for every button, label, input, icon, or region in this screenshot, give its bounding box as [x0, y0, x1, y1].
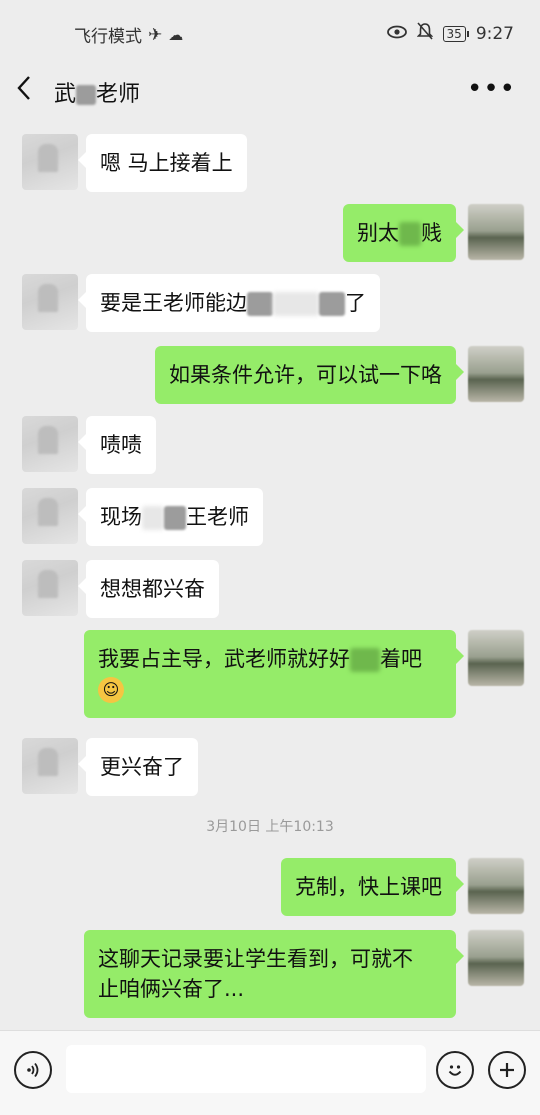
clock: 9:27 — [475, 23, 514, 44]
redacted-block — [247, 292, 273, 316]
message-bubble[interactable]: 现场 王老师 — [78, 488, 263, 546]
chat-title-start: 武 — [54, 82, 77, 107]
redacted-block — [350, 648, 380, 672]
message-bubble[interactable]: 如果条件允许，可以试一下咯 — [155, 346, 464, 404]
chat-title-end: 老师 — [96, 82, 141, 107]
input-bar — [0, 1030, 540, 1115]
redacted-block — [273, 292, 319, 316]
message-input[interactable] — [66, 1045, 426, 1093]
message-text: 嗯 马上接着上 — [100, 151, 233, 175]
message-text: 更兴奋了 — [100, 755, 184, 779]
avatar[interactable] — [22, 134, 78, 190]
message-bubble[interactable]: 克制，快上课吧 — [281, 858, 464, 916]
redacted-block — [399, 222, 421, 246]
mute-icon — [416, 22, 433, 45]
message-bubble[interactable]: 别太贱 — [343, 204, 464, 262]
timestamp: 3月10日 上午10:13 — [206, 819, 334, 835]
message-text: 王老师 — [186, 505, 249, 529]
plus-icon[interactable] — [488, 1051, 526, 1089]
message-bubble[interactable]: 我要占主导，武老师就好好 着吧 ☺ — [84, 630, 464, 718]
avatar[interactable] — [22, 274, 78, 330]
avatar[interactable] — [468, 930, 524, 986]
chat-title: 武老师 — [54, 76, 140, 108]
status-left: 飞行模式 ✈ ☁ — [74, 22, 184, 48]
avatar[interactable] — [468, 858, 524, 914]
status-bar: 飞行模式 ✈ ☁ 35 9:27 — [0, 0, 540, 64]
cloud-icon: ☁ — [168, 25, 184, 44]
redacted-block — [164, 506, 186, 530]
message-text: 想想都兴奋 — [100, 577, 205, 601]
avatar[interactable] — [22, 560, 78, 616]
airplane-mode-label: 飞行模式 — [74, 27, 142, 47]
smile-emoji-icon: ☺ — [98, 677, 124, 703]
message-text: 这聊天记录要让学生看到，可就不 — [98, 947, 413, 971]
message-bubble[interactable]: 嗯 马上接着上 — [78, 134, 247, 192]
message-bubble[interactable]: 要是王老师能边 了 — [78, 274, 380, 332]
message-text: 克制，快上课吧 — [295, 875, 442, 899]
status-right: 35 9:27 — [386, 22, 514, 45]
redacted-block — [76, 85, 97, 105]
message-text: 止咱俩兴奋了... — [98, 977, 245, 1001]
message-text: 如果条件允许，可以试一下咯 — [169, 363, 442, 387]
message-text: 着吧 — [380, 647, 422, 671]
message-text: 我要占主导，武老师就好好 — [98, 647, 350, 671]
avatar[interactable] — [22, 416, 78, 472]
message-text: 贱 — [421, 221, 442, 245]
message-bubble[interactable]: 啧啧 — [78, 416, 156, 474]
message-bubble[interactable]: 这聊天记录要让学生看到，可就不 止咱俩兴奋了... — [84, 930, 464, 1018]
message-text: 现场 — [100, 505, 142, 529]
eye-icon — [386, 24, 407, 44]
redacted-block — [319, 292, 345, 316]
message-bubble[interactable]: 更兴奋了 — [78, 738, 198, 796]
battery-icon: 35 — [442, 25, 470, 42]
avatar[interactable] — [468, 346, 524, 402]
avatar[interactable] — [468, 630, 524, 686]
chat-area[interactable]: 嗯 马上接着上 别太贱 要是王老师能边 了 如果条件允许，可以试一下咯 啧啧 现场… — [0, 122, 540, 1027]
redacted-block — [142, 506, 164, 530]
airplane-icon: ✈ — [148, 24, 163, 45]
message-text: 要是王老师能边 — [100, 291, 247, 315]
message-text: 别太 — [357, 221, 399, 245]
message-bubble[interactable]: 想想都兴奋 — [78, 560, 219, 618]
avatar[interactable] — [22, 738, 78, 794]
nav-bar: 武老师 ••• — [0, 64, 540, 112]
voice-icon[interactable] — [14, 1051, 52, 1089]
message-text: 了 — [345, 291, 366, 315]
avatar[interactable] — [22, 488, 78, 544]
more-icon[interactable]: ••• — [467, 74, 516, 104]
message-text: 啧啧 — [100, 433, 142, 457]
back-arrow-icon[interactable] — [16, 74, 32, 107]
avatar[interactable] — [468, 204, 524, 260]
emoji-icon[interactable] — [436, 1051, 474, 1089]
